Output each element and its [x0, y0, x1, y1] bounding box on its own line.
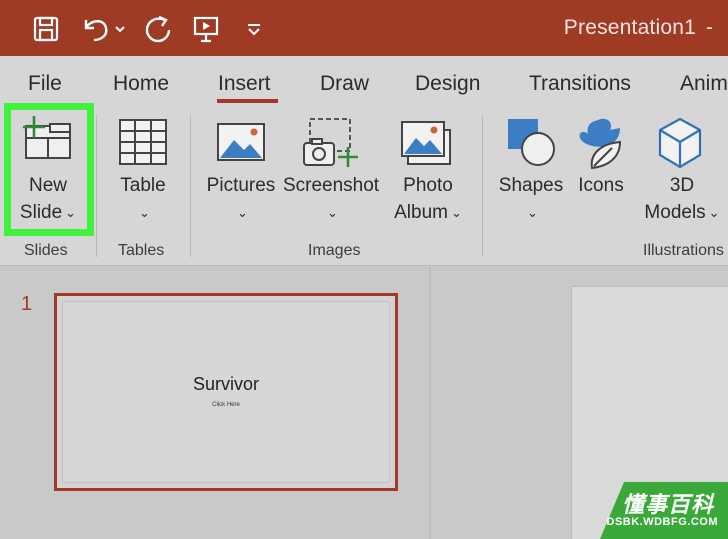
photo-album-button[interactable]: Photo Album ⌄ — [386, 172, 470, 226]
table-icon — [118, 118, 168, 171]
table-button[interactable]: Table ⌄ — [108, 172, 178, 226]
thumbnail-subtitle: Click Here — [212, 402, 240, 408]
tab-file[interactable]: File — [28, 72, 62, 96]
save-icon[interactable] — [28, 10, 64, 48]
undo-icon[interactable] — [78, 10, 130, 48]
tab-animations[interactable]: Anim — [680, 72, 728, 96]
tab-home[interactable]: Home — [113, 72, 169, 96]
ribbon-tabs: File Home Insert Draw Design Transitions… — [0, 56, 728, 108]
3d-models-icon — [656, 117, 704, 174]
group-label-images: Images — [308, 242, 361, 259]
shapes-icon — [506, 117, 558, 172]
pictures-button[interactable]: Pictures ⌄ — [204, 172, 278, 226]
shapes-label: Shapes — [498, 175, 564, 196]
group-separator — [190, 115, 191, 257]
photo-album-label-line2: Album ⌄ — [386, 199, 470, 226]
chevron-down-icon: ⌄ — [450, 205, 462, 221]
3d-models-label-line2: Models ⌄ — [636, 199, 728, 226]
table-label: Table — [120, 175, 166, 196]
tab-insert[interactable]: Insert — [218, 72, 271, 96]
tab-draw[interactable]: Draw — [320, 72, 369, 96]
group-label-tables: Tables — [118, 242, 165, 259]
document-title-suffix: - — [706, 16, 713, 39]
pictures-icon — [216, 122, 266, 167]
pictures-label: Pictures — [206, 175, 276, 196]
screenshot-button[interactable]: Screenshot ⌄ — [282, 172, 380, 226]
3d-models-button[interactable]: 3D Models ⌄ — [636, 172, 728, 226]
icons-icon — [576, 116, 628, 175]
chevron-down-icon: ⌄ — [527, 205, 538, 221]
chevron-down-icon: ⌄ — [139, 205, 150, 221]
watermark-text: 懂事百科 — [621, 492, 714, 517]
active-tab-indicator — [217, 99, 278, 103]
redo-icon[interactable] — [140, 10, 176, 48]
group-label-slides: Slides — [24, 242, 68, 259]
chevron-down-icon: ⌄ — [708, 205, 720, 221]
photo-album-icon — [400, 120, 452, 171]
group-label-illustrations: Illustrations — [643, 242, 724, 259]
tab-design[interactable]: Design — [415, 72, 480, 96]
tab-transitions[interactable]: Transitions — [529, 72, 631, 96]
icons-label: Icons — [578, 175, 624, 196]
shapes-button[interactable]: Shapes ⌄ — [494, 172, 568, 226]
group-separator — [482, 115, 483, 257]
customize-toolbar-icon[interactable] — [240, 10, 268, 48]
icons-button[interactable]: Icons — [570, 172, 632, 199]
thumbnail-title: Survivor — [192, 374, 259, 394]
present-from-start-icon[interactable] — [188, 10, 224, 48]
new-slide-highlight — [4, 103, 94, 236]
document-title: Presentation1 — [563, 16, 696, 39]
chevron-down-icon: ⌄ — [327, 205, 338, 221]
watermark-url: DSBK.WDBFG.COM — [606, 516, 718, 528]
3d-models-label-line1: 3D — [669, 175, 695, 196]
group-separator — [96, 115, 97, 257]
slide-thumbnail[interactable]: Survivor Click Here — [54, 293, 398, 491]
slide-thumbnail-content: Survivor Click Here — [62, 301, 390, 483]
screenshot-label: Screenshot — [282, 175, 380, 196]
chevron-down-icon: ⌄ — [237, 205, 248, 221]
title-bar: Presentation1 - — [0, 0, 728, 56]
screenshot-icon — [302, 117, 360, 174]
slide-number: 1 — [21, 293, 33, 315]
photo-album-label-line1: Photo — [403, 175, 453, 196]
